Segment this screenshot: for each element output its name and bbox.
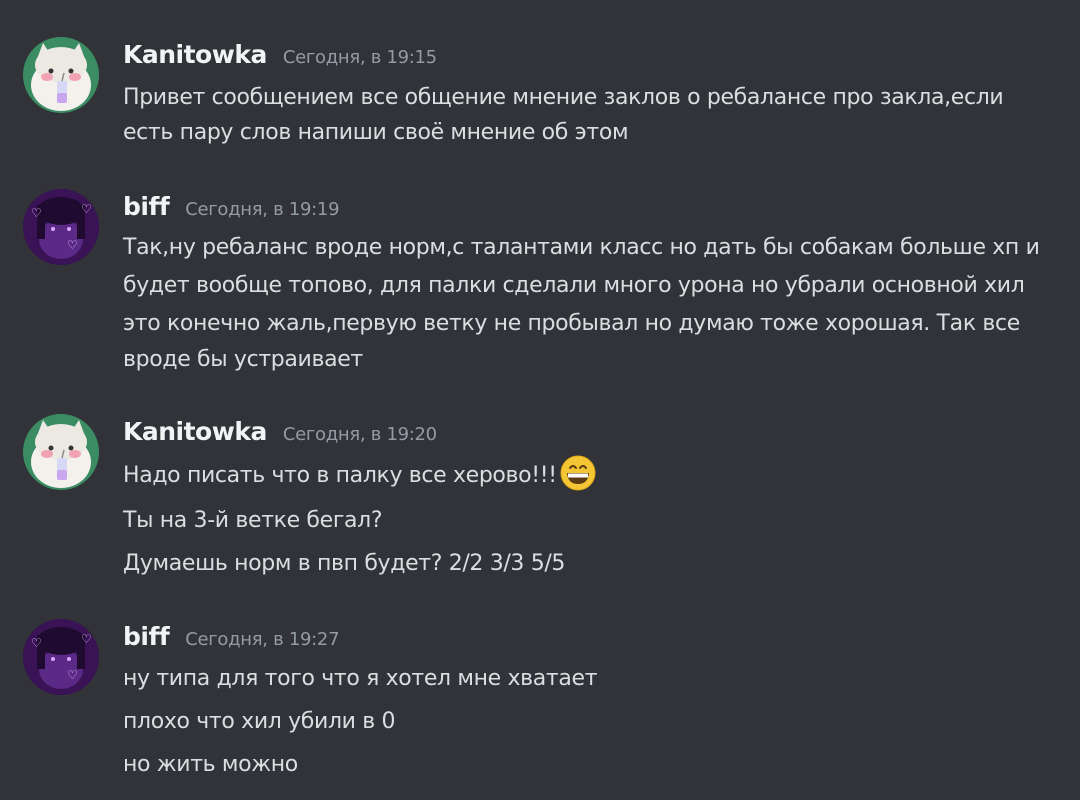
message-text: плохо что хил убили в 0	[123, 709, 396, 734]
svg-text:♡: ♡	[31, 636, 42, 650]
message-text: Так,ну ребаланс вроде норм,с талантами к…	[123, 235, 1040, 260]
svg-text:♡: ♡	[31, 206, 42, 220]
avatar[interactable]: ♡ ♡ ♡	[23, 189, 99, 265]
svg-text:♡: ♡	[81, 202, 92, 216]
username[interactable]: Kanitowka	[123, 417, 267, 446]
message-text: это конечно жаль,первую ветку не пробыва…	[123, 311, 1020, 336]
grinning-face-emoji-icon	[559, 454, 597, 492]
message-text: есть пару слов напиши своё мнение об это…	[123, 120, 629, 145]
timestamp: Сегодня, в 19:27	[185, 629, 340, 650]
timestamp: Сегодня, в 19:20	[282, 424, 437, 445]
message-text: ну типа для того что я хотел мне хватает	[123, 666, 598, 691]
message-text: будет вообще топово, для палки сделали м…	[123, 273, 1025, 298]
timestamp: Сегодня, в 19:19	[185, 199, 340, 220]
message-text: Надо писать что в палку все херово!!!	[123, 463, 557, 488]
message-text: Думаешь норм в пвп будет? 2/2 3/3 5/5	[123, 551, 566, 576]
cat-avatar-icon	[23, 414, 99, 490]
avatar[interactable]	[23, 414, 99, 490]
message-text-with-emoji: Надо писать что в палку все херово!!!	[123, 454, 1053, 495]
timestamp: Сегодня, в 19:15	[282, 47, 437, 68]
avatar[interactable]	[23, 37, 99, 113]
svg-text:♡: ♡	[67, 668, 78, 682]
username[interactable]: biff	[123, 192, 170, 221]
username[interactable]: biff	[123, 622, 170, 651]
svg-text:♡: ♡	[81, 632, 92, 646]
anime-avatar-icon: ♡ ♡ ♡	[23, 189, 99, 265]
message-text: Привет сообщением все общение мнение зак…	[123, 85, 1004, 110]
username[interactable]: Kanitowka	[123, 40, 267, 69]
svg-text:♡: ♡	[67, 238, 78, 252]
cat-avatar-icon	[23, 37, 99, 113]
message-text: вроде бы устраивает	[123, 347, 363, 372]
message-text: но жить можно	[123, 752, 298, 777]
message-text: Ты на 3-й ветке бегал?	[123, 508, 383, 533]
avatar[interactable]: ♡ ♡ ♡	[23, 619, 99, 695]
anime-avatar-icon: ♡ ♡ ♡	[23, 619, 99, 695]
